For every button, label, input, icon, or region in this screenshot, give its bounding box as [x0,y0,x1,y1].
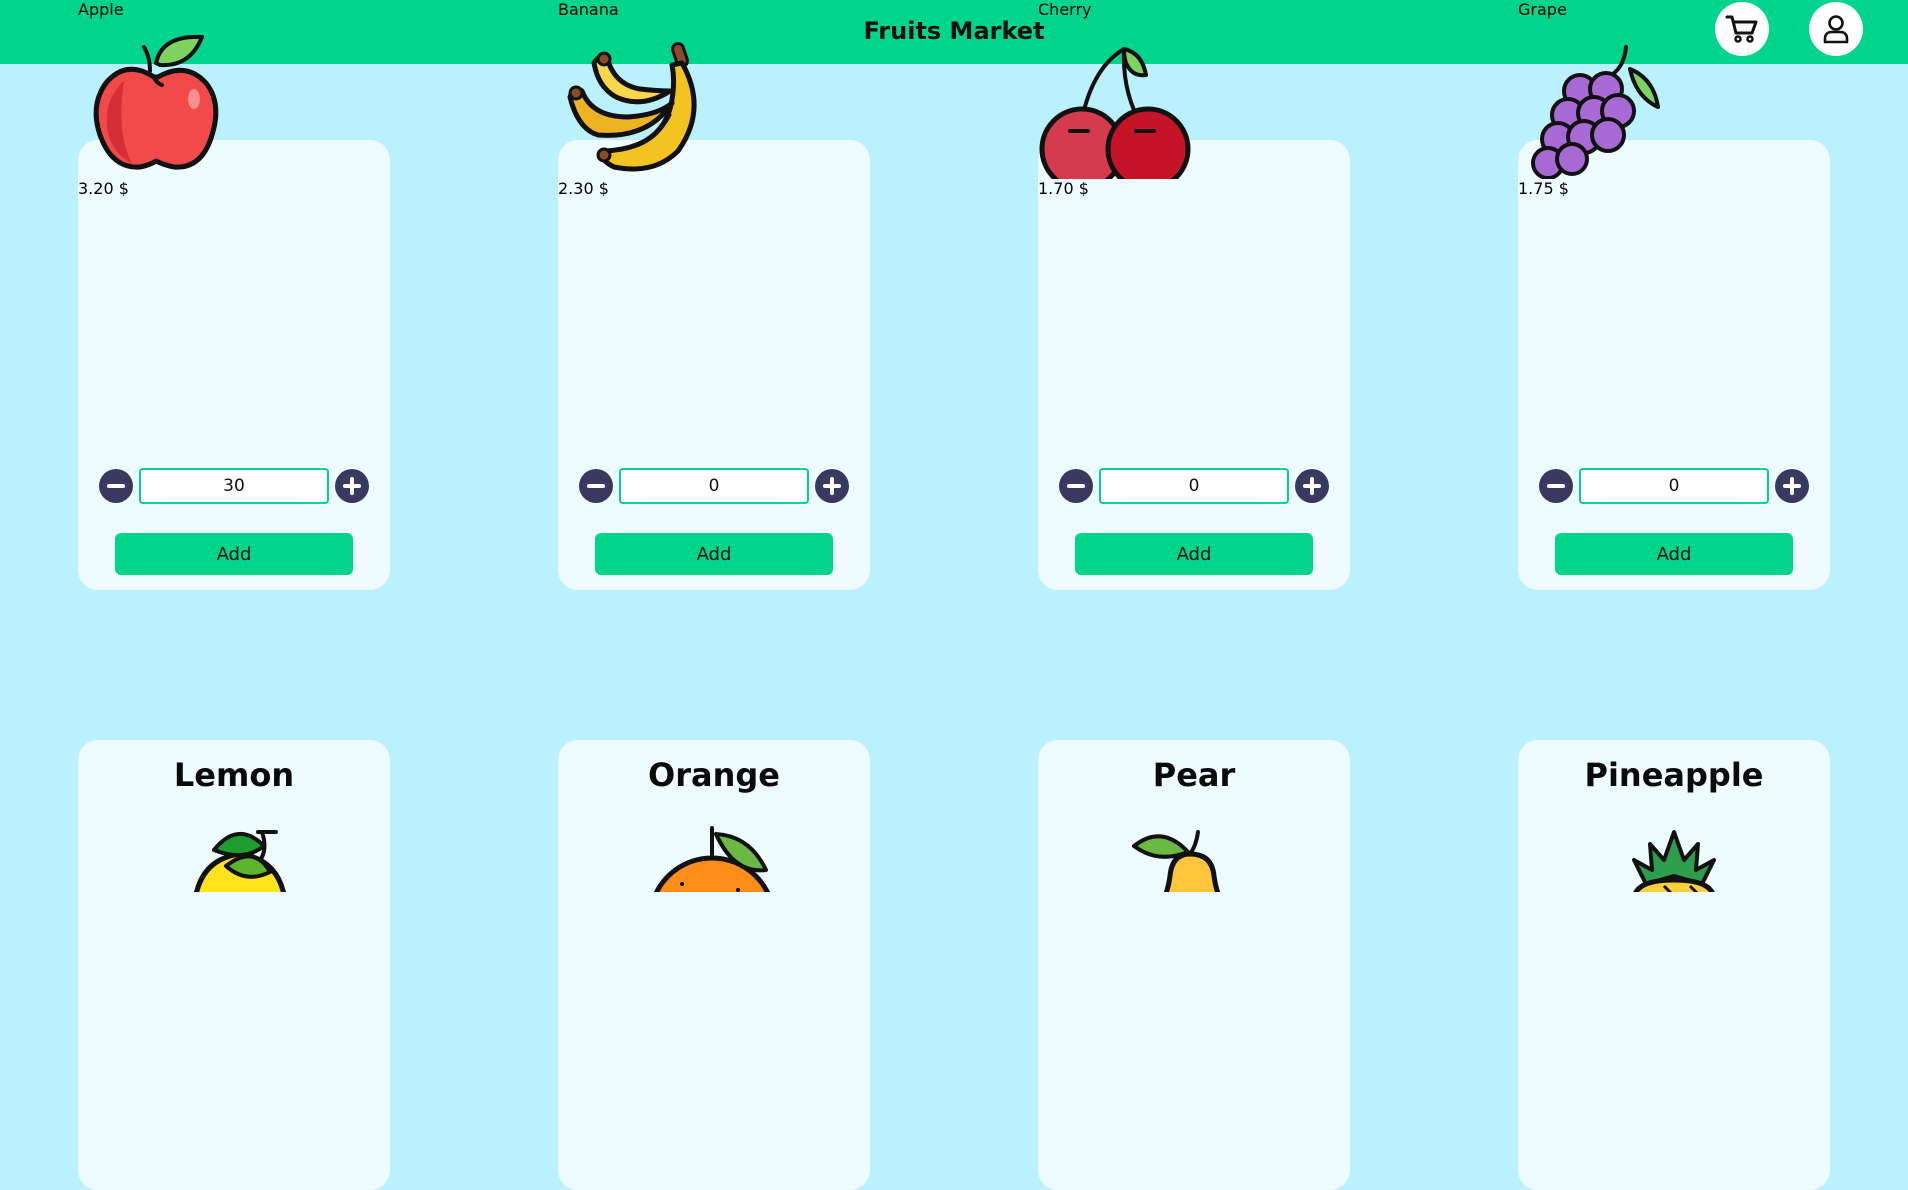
increment-button[interactable] [1775,469,1809,503]
product-price: 1.75 $ [1518,179,1569,198]
increment-button[interactable] [1295,469,1329,503]
product-price: 1.70 $ [1038,179,1089,198]
product-name: Lemon [173,756,295,794]
decrement-button[interactable] [1059,469,1093,503]
add-to-cart-button[interactable]: Add [1555,533,1793,575]
quantity-field[interactable] [1099,468,1289,504]
increment-button[interactable] [335,469,369,503]
decrement-button[interactable] [579,469,613,503]
product-name: Grape [1518,0,1567,19]
grape-icon [1518,19,1830,179]
apple-icon [78,19,390,179]
quantity-field[interactable] [619,468,809,504]
add-to-cart-button[interactable]: Add [595,533,833,575]
add-to-cart-button[interactable]: Add [1075,533,1313,575]
quantity-field[interactable] [1579,468,1769,504]
product-name: Cherry [1038,0,1092,19]
decrement-button[interactable] [1539,469,1573,503]
product-name: Apple [78,0,124,19]
pineapple-icon [1594,820,1754,892]
orange-icon [634,820,794,892]
product-name: Orange [648,756,780,794]
product-price: 3.20 $ [78,179,129,198]
decrement-button[interactable] [99,469,133,503]
product-price: 2.30 $ [558,179,609,198]
lemon-icon [154,820,314,892]
pear-icon [1114,820,1274,892]
quantity-field[interactable] [139,468,329,504]
banana-icon [558,19,870,179]
product-name: Pear [1152,756,1236,794]
product-name: Banana [558,0,619,19]
cherry-icon [1038,19,1350,179]
increment-button[interactable] [815,469,849,503]
add-to-cart-button[interactable]: Add [115,533,353,575]
product-name: Pineapple [1584,756,1764,794]
